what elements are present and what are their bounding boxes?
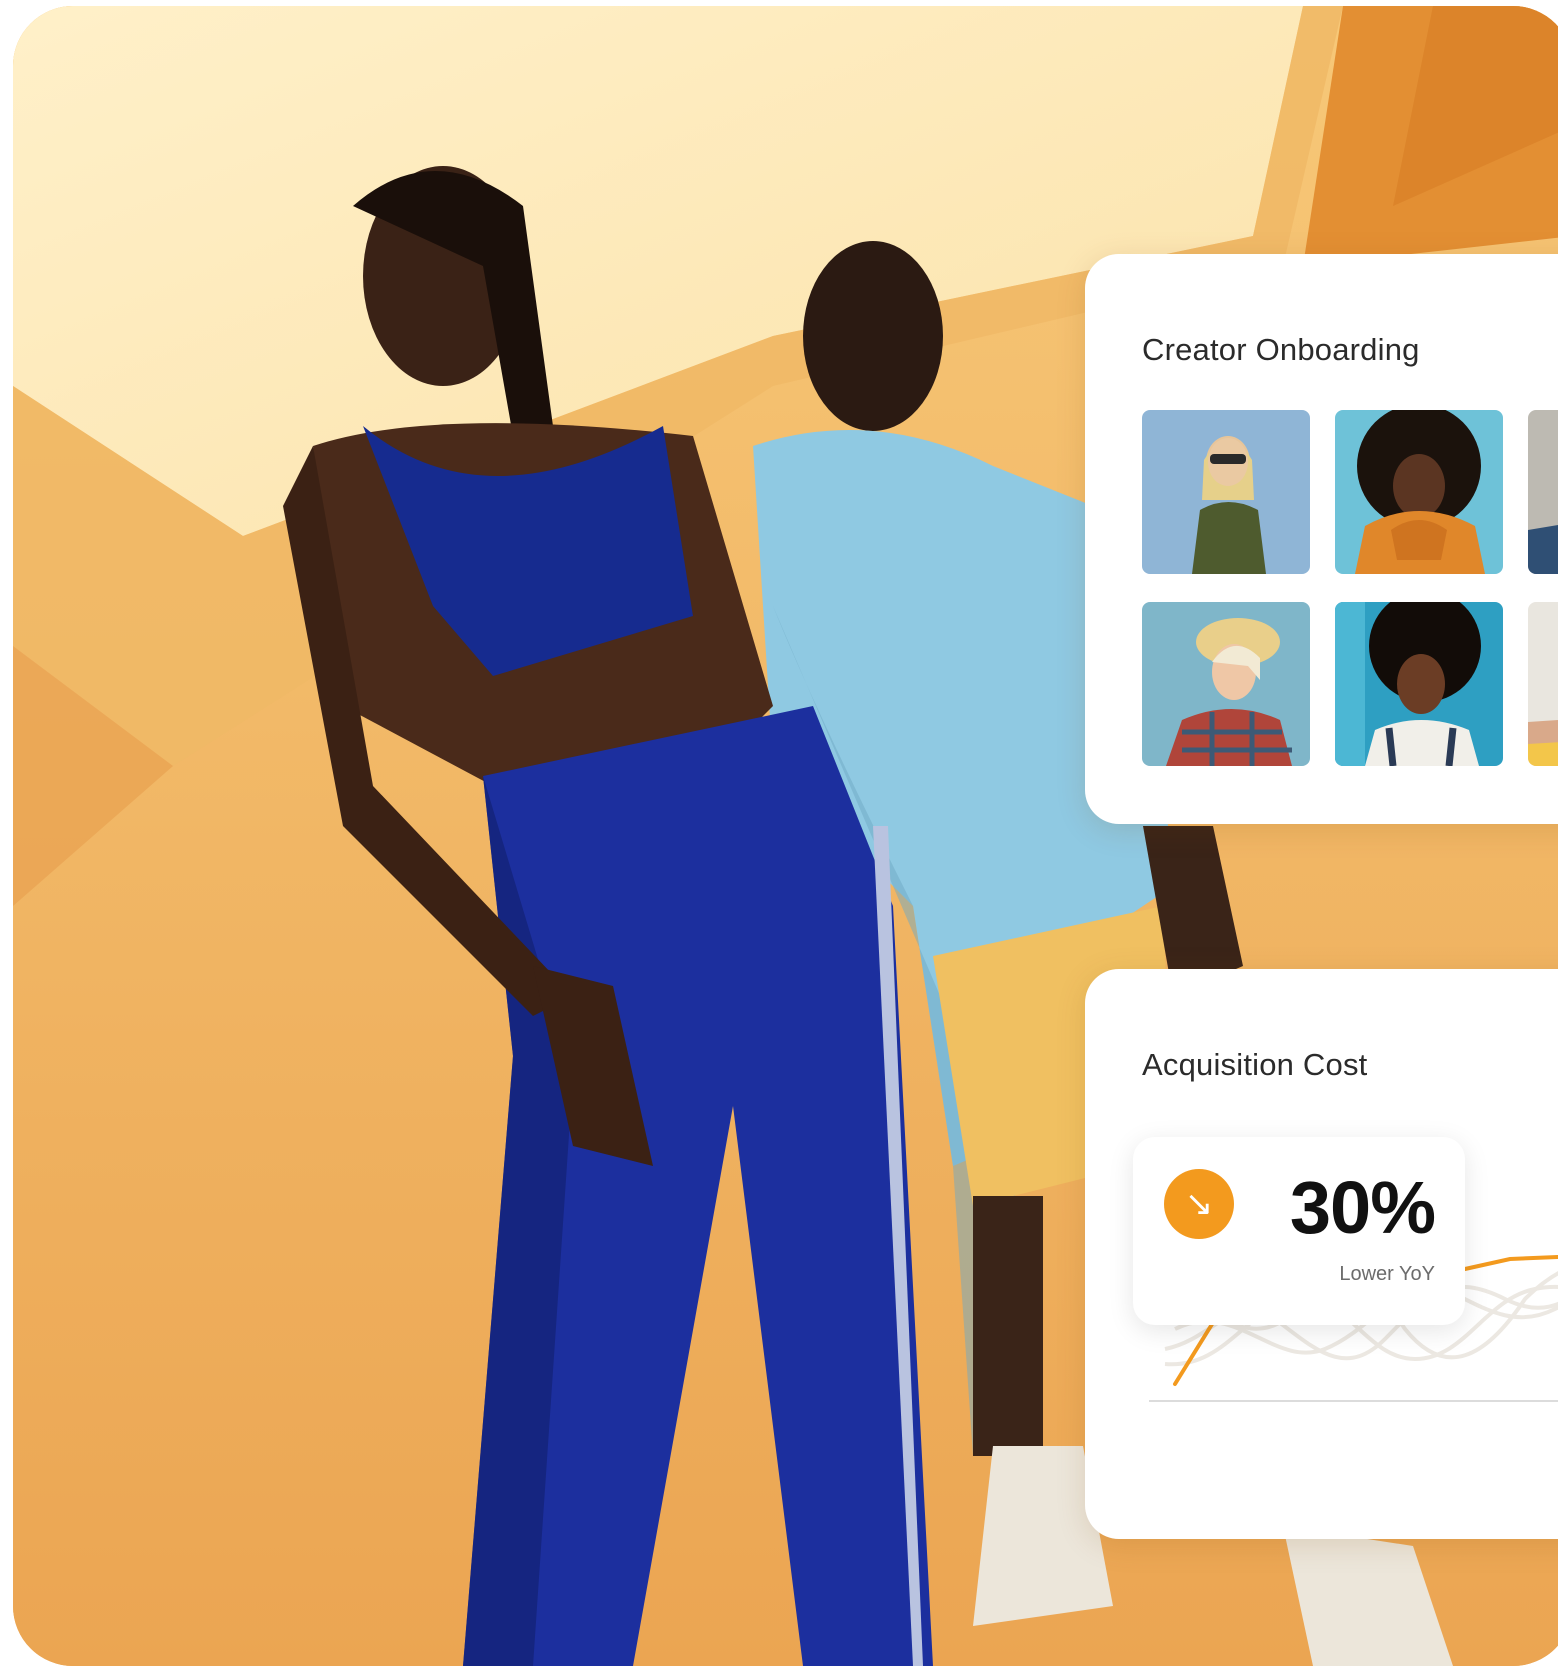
creator-photo-2[interactable] (1335, 410, 1503, 574)
hero-image-frame: Creator Onboarding Acquisition Cost ↘ 30… (13, 6, 1558, 1666)
arrow-down-right-icon: ↘ (1164, 1169, 1234, 1239)
creator-onboarding-card: Creator Onboarding (1085, 254, 1558, 824)
creator-avatar-image (1335, 602, 1503, 766)
creator-photo-1[interactable] (1142, 410, 1310, 574)
creator-photo-4[interactable] (1142, 602, 1310, 766)
creator-avatar-image (1528, 602, 1558, 766)
creator-avatar-image (1335, 410, 1503, 574)
creator-onboarding-title: Creator Onboarding (1142, 332, 1420, 367)
acquisition-stat-caption: Lower YoY (1339, 1263, 1435, 1285)
creator-avatar-image (1528, 410, 1558, 574)
acquisition-stat-value: 30% (1289, 1166, 1436, 1249)
acquisition-stat-box: ↘ 30% Lower YoY (1133, 1137, 1465, 1325)
creator-avatar-image (1142, 410, 1310, 574)
creator-avatar-image (1142, 602, 1310, 766)
creator-photo-3[interactable] (1528, 410, 1558, 574)
creator-photo-6[interactable] (1528, 602, 1558, 766)
acquisition-cost-card: Acquisition Cost ↘ 30% Lower YoY (1085, 969, 1558, 1539)
creator-photo-5[interactable] (1335, 602, 1503, 766)
